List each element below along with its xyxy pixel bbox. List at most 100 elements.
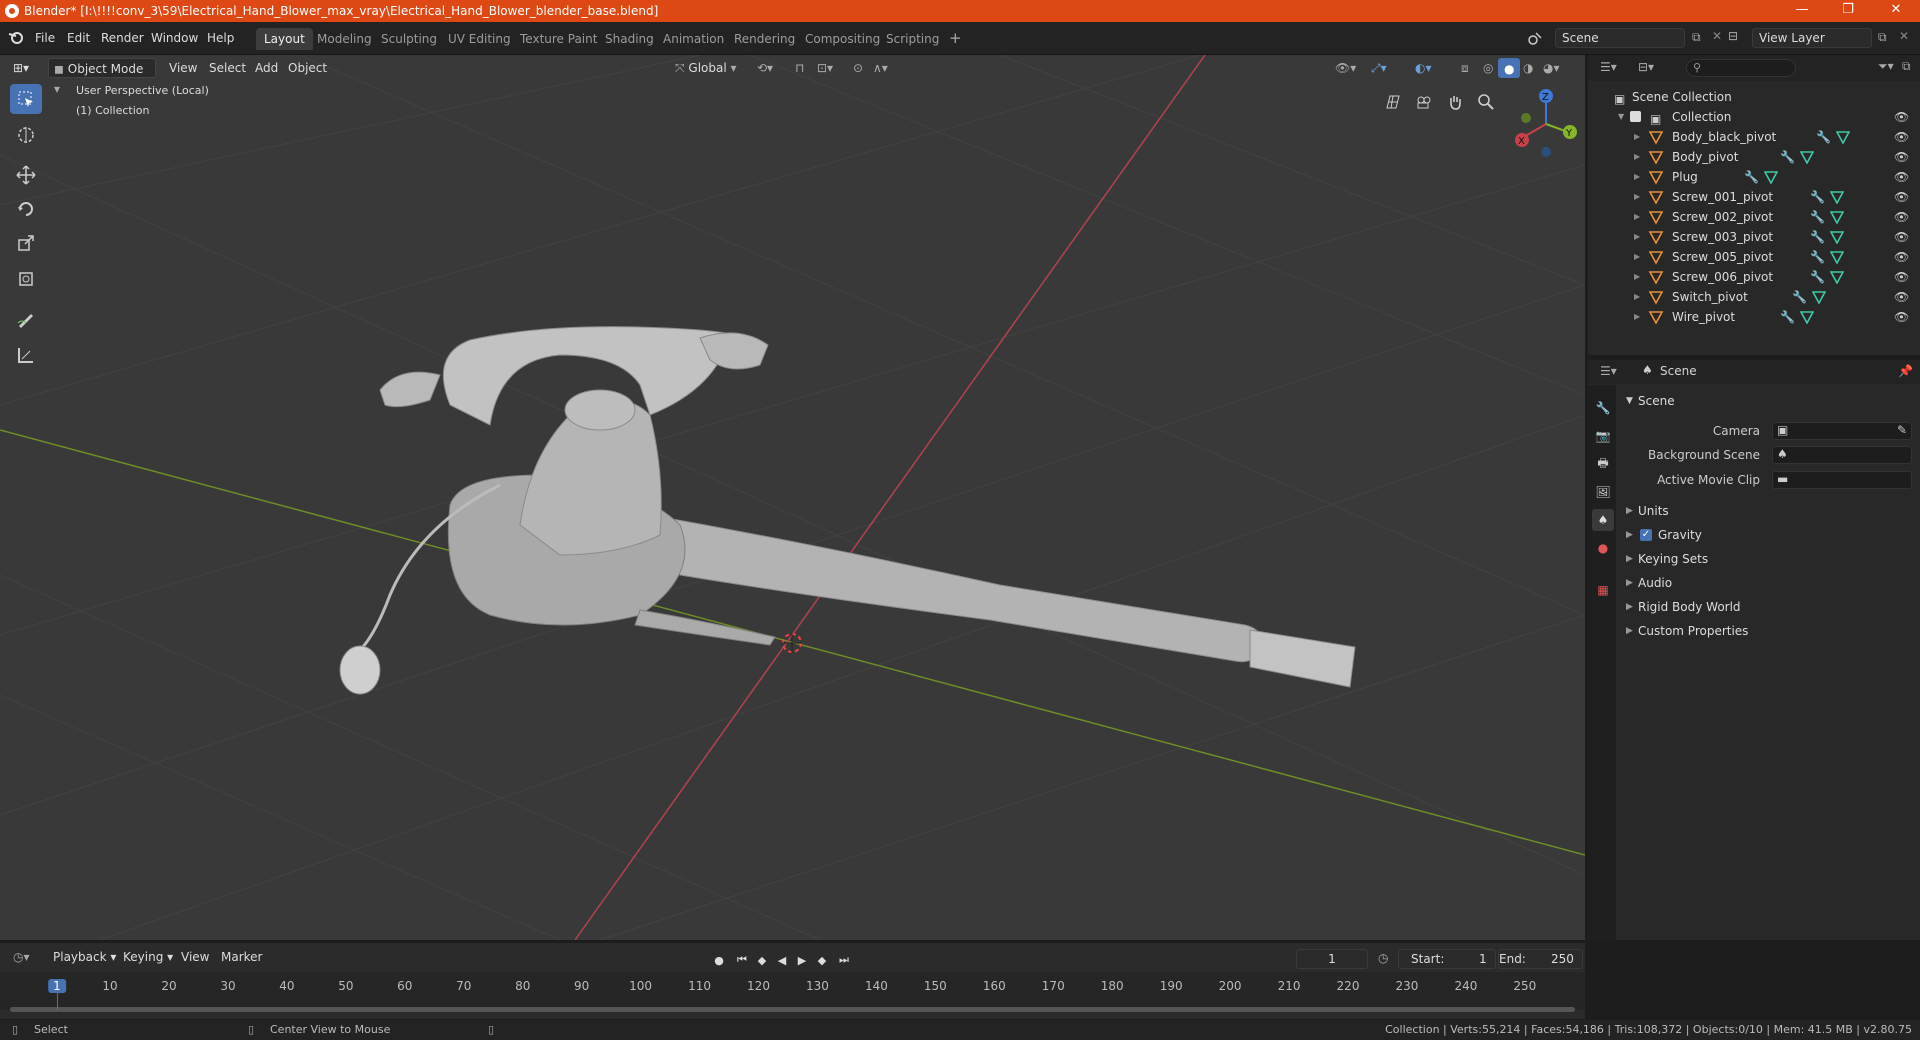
scene-tab-icon[interactable]: ♠ (1592, 509, 1614, 531)
tab-uv-editing[interactable]: UV Editing (440, 28, 519, 50)
output-tab-icon[interactable]: 🖶 (1592, 453, 1614, 475)
mesh-data-icon[interactable] (1830, 210, 1844, 224)
snap-target-icon[interactable]: ⊡▾ (812, 58, 838, 78)
eye-icon[interactable]: 👁 (1894, 307, 1909, 327)
eye-icon[interactable]: 👁 (1894, 247, 1909, 267)
modifier-wrench-icon[interactable]: 🔧 (1810, 267, 1825, 287)
modifier-wrench-icon[interactable]: 🔧 (1810, 187, 1825, 207)
record-button[interactable]: ● (711, 952, 727, 968)
maximize-button[interactable]: ❐ (1826, 0, 1870, 22)
falloff-icon[interactable]: ∧▾ (868, 58, 893, 78)
play-reverse-button[interactable]: ◀ (774, 952, 790, 968)
xray-icon[interactable]: ⧈ (1456, 58, 1474, 78)
zoom-icon[interactable] (1473, 89, 1499, 115)
prev-keyframe-button[interactable]: ◆ (754, 952, 770, 968)
wireframe-shading-icon[interactable]: ◎ (1478, 58, 1498, 78)
modifier-wrench-icon[interactable]: 🔧 (1780, 147, 1795, 167)
view-layer-tab-icon[interactable]: 🖼 (1592, 481, 1614, 503)
close-button[interactable]: ✕ (1874, 0, 1918, 22)
eye-icon[interactable]: 👁 (1894, 147, 1909, 167)
modifier-wrench-icon[interactable]: 🔧 (1810, 207, 1825, 227)
expand-arrow-icon[interactable]: ▶ (1634, 147, 1640, 167)
outliner-item[interactable]: ▶ Screw_003_pivot 🔧 👁 (1588, 227, 1920, 247)
mesh-data-icon[interactable] (1830, 190, 1844, 204)
menu-object[interactable]: Object (283, 58, 332, 78)
mesh-data-icon[interactable] (1800, 150, 1814, 164)
expand-arrow-icon[interactable]: ▶ (1634, 247, 1640, 267)
mesh-data-icon[interactable] (1830, 270, 1844, 284)
menu-render[interactable]: Render (96, 28, 149, 48)
delete-scene-icon[interactable]: ✕ (1712, 29, 1722, 43)
pin-icon[interactable]: 📌 (1898, 364, 1913, 378)
eye-icon[interactable]: 👁 (1894, 227, 1909, 247)
tab-texture-paint[interactable]: Texture Paint (512, 28, 605, 50)
menu-window[interactable]: Window (146, 28, 203, 48)
outliner-item[interactable]: ▶ Switch_pivot 🔧 👁 (1588, 287, 1920, 307)
display-mode-icon[interactable]: ⊟▾ (1638, 60, 1654, 74)
axis-gizmo[interactable]: Z Y X (1506, 86, 1586, 166)
3d-viewport[interactable] (0, 55, 1585, 940)
start-frame-field[interactable]: Start: 1 (1398, 949, 1496, 969)
audio-panel[interactable]: ▶ Audio (1620, 572, 1916, 594)
expand-arrow-icon[interactable]: ▶ (1634, 167, 1640, 187)
rotate-tool[interactable] (10, 194, 42, 224)
marker-menu[interactable]: Marker (216, 947, 267, 967)
jump-start-button[interactable]: ⏮ (734, 952, 750, 968)
cursor-tool[interactable] (10, 120, 42, 150)
outliner-editor-icon[interactable]: ☰▾ (1600, 60, 1617, 74)
snap-icon[interactable]: ⊓ (790, 58, 809, 78)
delete-view-layer-icon[interactable]: ✕ (1899, 29, 1909, 43)
units-panel[interactable]: ▶ Units (1620, 500, 1916, 522)
background-scene-field[interactable]: ♠ (1772, 446, 1912, 464)
camera-view-icon[interactable] (1411, 89, 1437, 115)
mesh-data-icon[interactable] (1830, 230, 1844, 244)
scene-selector[interactable]: Scene (1555, 28, 1685, 48)
outliner-item[interactable]: ▶ Screw_001_pivot 🔧 👁 (1588, 187, 1920, 207)
scene-icon[interactable] (1527, 30, 1543, 46)
texture-tab-icon[interactable]: ▦ (1592, 579, 1614, 601)
outliner-item[interactable]: ▶ Wire_pivot 🔧 👁 (1588, 307, 1920, 327)
select-box-tool[interactable] (10, 84, 42, 114)
blender-menu-icon[interactable] (8, 31, 24, 45)
outliner-scene-collection[interactable]: ▣ Scene Collection (1588, 87, 1920, 107)
tab-layout[interactable]: Layout (256, 28, 313, 50)
jump-end-button[interactable]: ⏭ (836, 952, 852, 968)
view-layer-selector[interactable]: View Layer (1752, 28, 1872, 48)
modifier-wrench-icon[interactable]: 🔧 (1744, 167, 1759, 187)
move-tool[interactable] (10, 160, 42, 190)
tab-animation[interactable]: Animation (655, 28, 732, 50)
eye-icon[interactable]: 👁 (1894, 207, 1909, 227)
timeline-scrollbar[interactable] (10, 1007, 1575, 1012)
new-scene-icon[interactable]: ⧉ (1692, 30, 1701, 45)
render-tab-icon[interactable]: 📷 (1592, 425, 1614, 447)
eye-icon[interactable]: 👁 (1894, 107, 1909, 127)
rigid-body-world-panel[interactable]: ▶ Rigid Body World (1620, 596, 1916, 618)
scale-tool[interactable] (10, 228, 42, 258)
keying-menu[interactable]: Keying ▾ (118, 947, 178, 967)
transform-tool[interactable] (10, 264, 42, 294)
tab-compositing[interactable]: Compositing (797, 28, 888, 50)
movie-clip-field[interactable]: ▬ (1772, 471, 1912, 489)
scene-panel-header[interactable]: ▼ Scene (1620, 390, 1916, 412)
playback-menu[interactable]: Playback ▾ (48, 947, 121, 967)
outliner-item[interactable]: ▶ Screw_002_pivot 🔧 👁 (1588, 207, 1920, 227)
expand-arrow-icon[interactable]: ▶ (1634, 287, 1640, 307)
menu-add[interactable]: Add (250, 58, 283, 78)
outliner-search-input[interactable]: ⚲ (1686, 59, 1796, 77)
custom-properties-panel[interactable]: ▶ Custom Properties (1620, 620, 1916, 642)
mesh-data-icon[interactable] (1800, 310, 1814, 324)
eye-icon[interactable]: 👁 (1894, 287, 1909, 307)
expand-arrow-icon[interactable]: ▶ (1634, 267, 1640, 287)
menu-select[interactable]: Select (204, 58, 251, 78)
outliner-item[interactable]: ▶ Screw_005_pivot 🔧 👁 (1588, 247, 1920, 267)
play-button[interactable]: ▶ (794, 952, 810, 968)
orientation-selector[interactable]: ⤧ Global ▾ (670, 58, 745, 78)
timeline-view-menu[interactable]: View (176, 947, 214, 967)
editor-type-icon[interactable]: ⊞▾ (8, 58, 34, 78)
gizmo-icon[interactable]: ⤢▾ (1366, 58, 1392, 78)
tab-scripting[interactable]: Scripting (878, 28, 947, 50)
expand-arrow-icon[interactable]: ▼ (1618, 107, 1624, 127)
rendered-shading-icon[interactable]: ◕▾ (1538, 58, 1565, 78)
menu-help[interactable]: Help (202, 28, 239, 48)
tool-tab-icon[interactable]: 🔧 (1592, 397, 1614, 419)
